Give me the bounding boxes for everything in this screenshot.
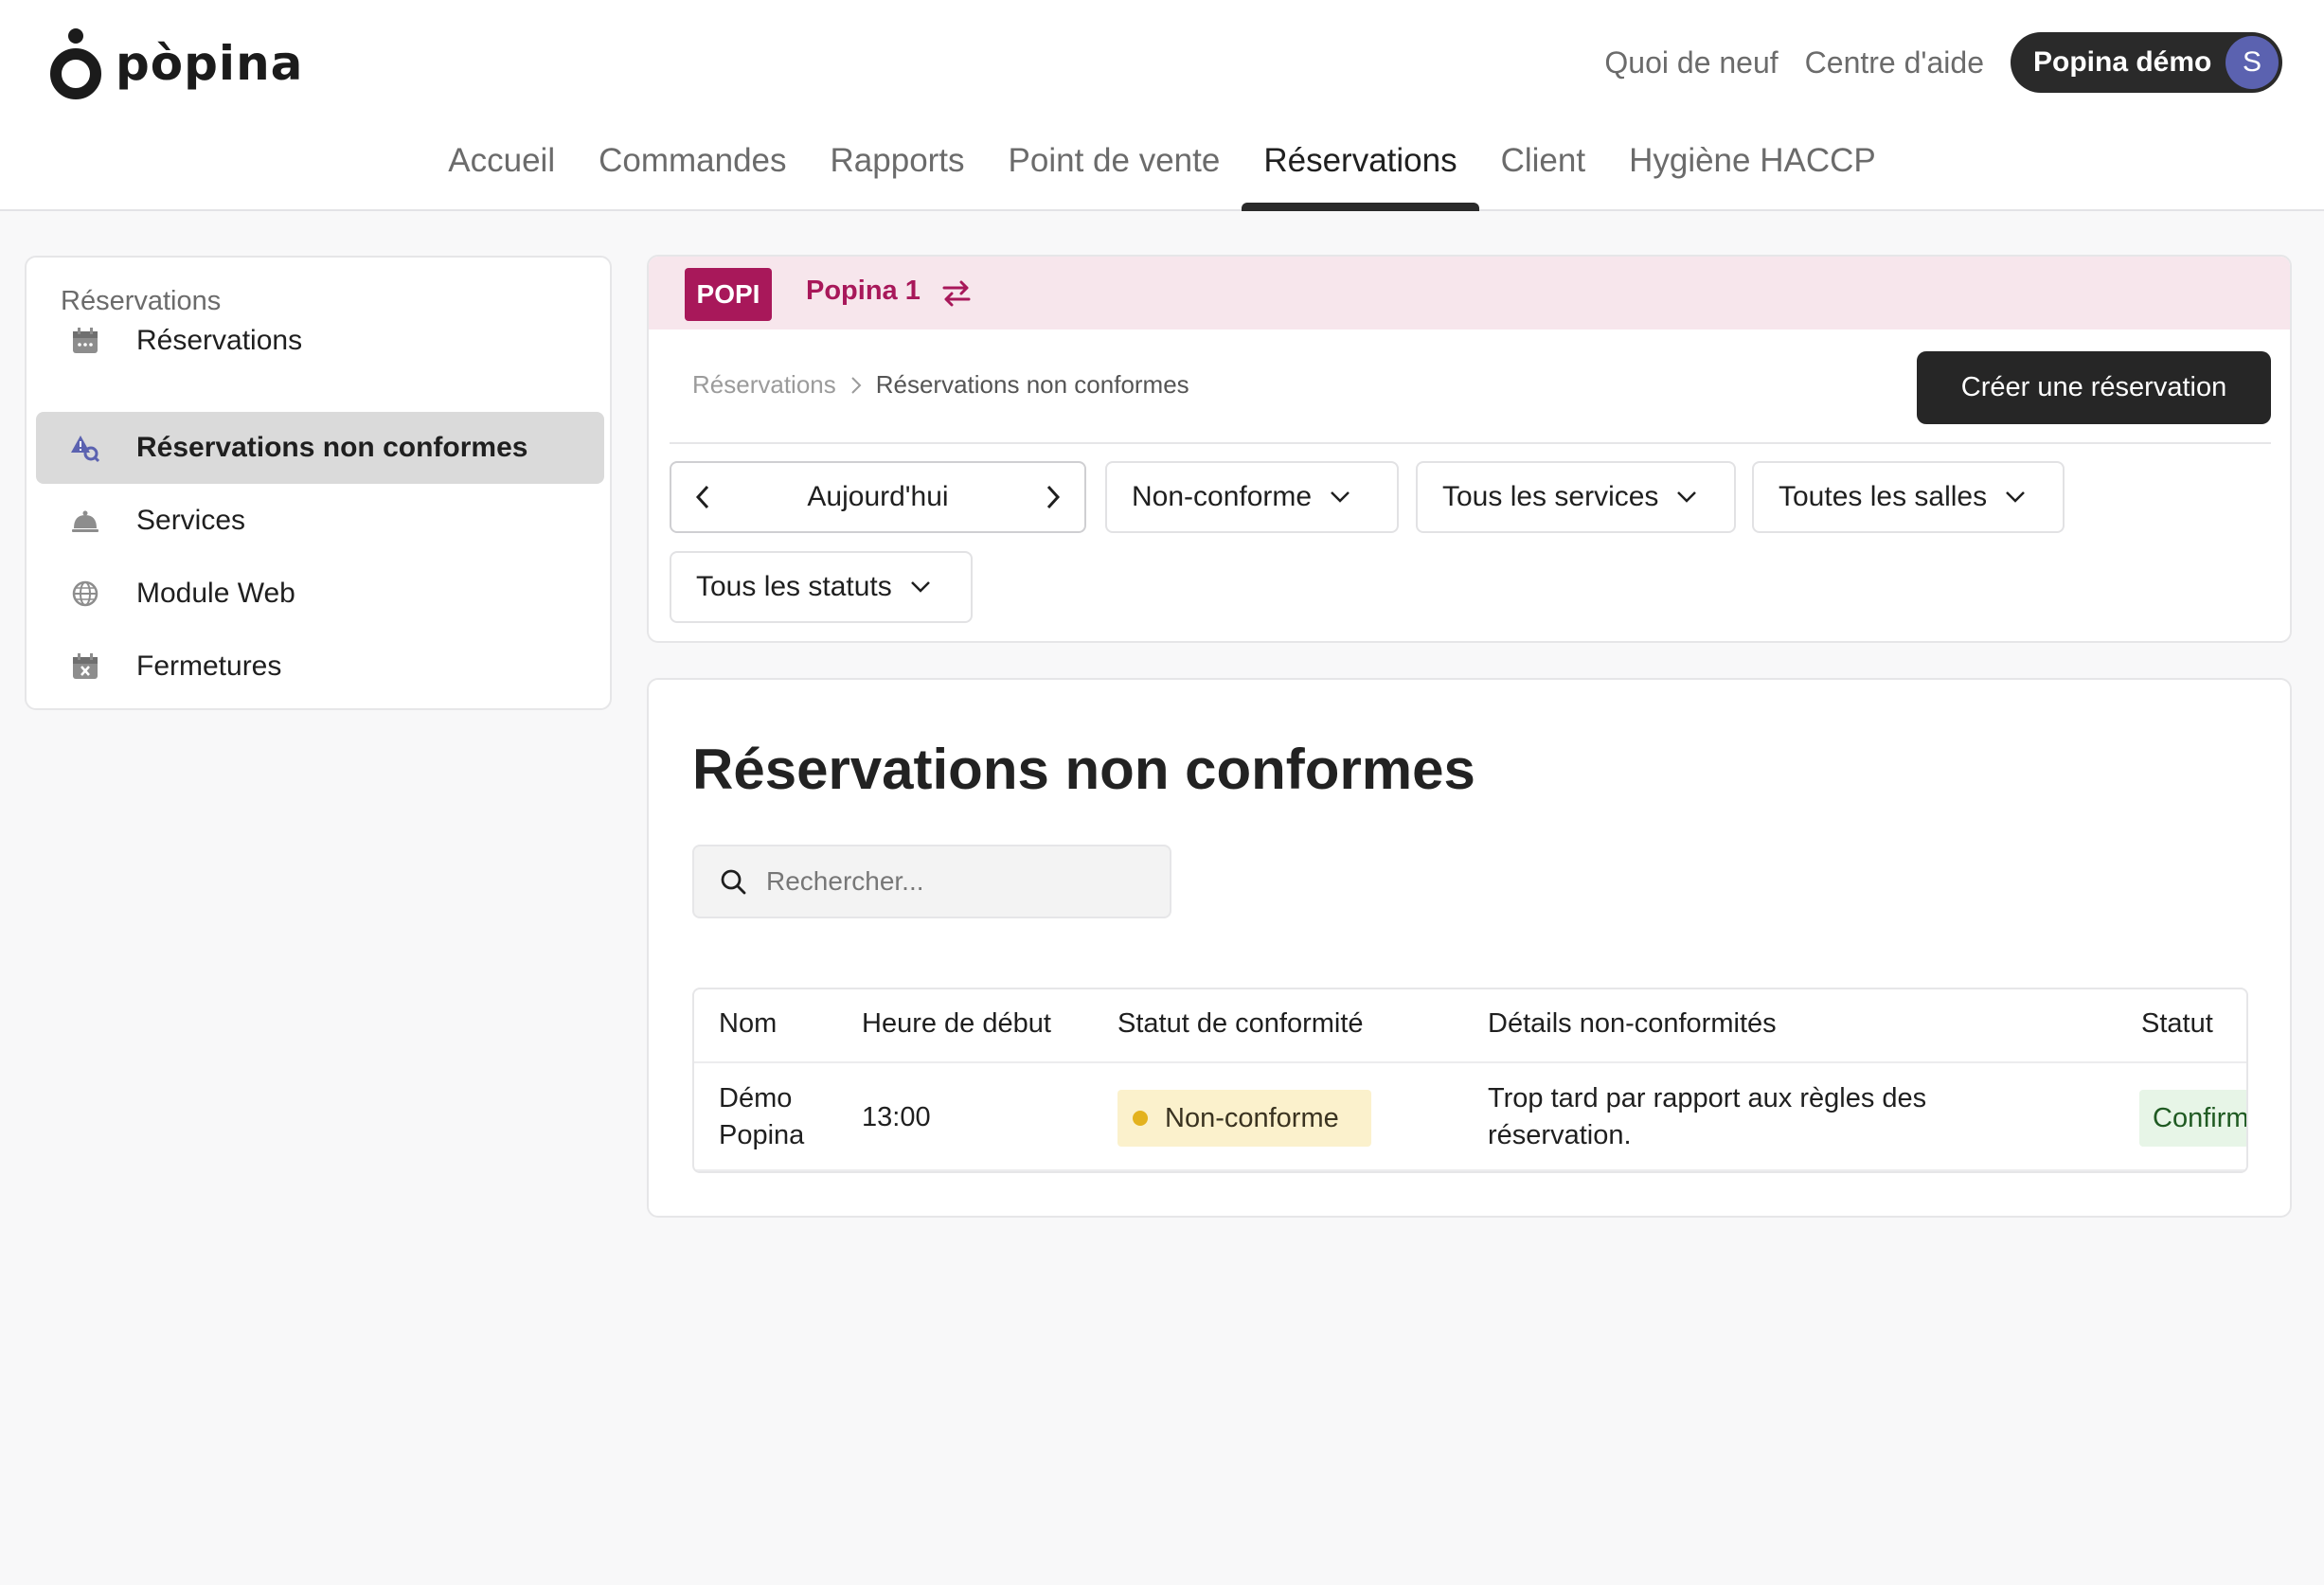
create-reservation-button[interactable]: Créer une réservation xyxy=(1917,351,2271,424)
top-links: Quoi de neuf Centre d'aide Popina démo S xyxy=(1604,32,2324,93)
date-navigator: Aujourd'hui xyxy=(670,461,1086,533)
conformity-filter-label: Non-conforme xyxy=(1132,481,1313,512)
main-nav: Accueil Commandes Rapports Point de vent… xyxy=(0,133,2324,211)
sidebar-item-label: Réservations non conformes xyxy=(136,432,528,463)
sidebar-item-module-web[interactable]: Module Web xyxy=(36,558,604,630)
conformity-filter-dropdown[interactable]: Non-conforme xyxy=(1105,461,1399,533)
swap-venue-icon[interactable] xyxy=(940,279,973,308)
nav-accueil[interactable]: Accueil xyxy=(426,133,577,211)
sidebar-item-reservations[interactable]: Réservations xyxy=(36,305,604,377)
venue-bar: POPI Popina 1 xyxy=(649,257,2290,329)
sidebar-item-services[interactable]: Services xyxy=(36,485,604,557)
cell-start-time: 13:00 xyxy=(862,1102,931,1132)
top-bar: pòpina Quoi de neuf Centre d'aide Popina… xyxy=(0,0,2324,211)
nav-rapports[interactable]: Rapports xyxy=(809,133,987,211)
help-center-link[interactable]: Centre d'aide xyxy=(1805,45,1984,80)
service-bell-icon xyxy=(70,506,100,536)
sidebar: Réservations Réservations Réservations n… xyxy=(25,256,612,710)
reservations-table: Nom Heure de début Statut de conformité … xyxy=(692,988,2248,1173)
column-header-status[interactable]: Statut xyxy=(2141,1008,2213,1040)
search-box xyxy=(692,845,1171,918)
avatar: S xyxy=(2226,36,2279,89)
popina-logo[interactable]: pòpina xyxy=(47,27,303,100)
nav-client[interactable]: Client xyxy=(1479,133,1607,211)
statuses-filter-label: Tous les statuts xyxy=(696,571,892,602)
chevron-down-icon xyxy=(1677,491,1697,503)
rooms-filter-dropdown[interactable]: Toutes les salles xyxy=(1752,461,2065,533)
chevron-down-icon xyxy=(2006,491,2025,503)
nonconform-icon xyxy=(70,433,100,463)
date-label[interactable]: Aujourd'hui xyxy=(807,481,948,513)
rooms-filter-label: Toutes les salles xyxy=(1779,481,1988,512)
chevron-right-icon[interactable] xyxy=(1041,483,1064,511)
venue-badge: POPI xyxy=(685,268,772,321)
cell-name-line: Démo xyxy=(719,1083,793,1113)
column-header-name[interactable]: Nom xyxy=(719,1008,777,1040)
column-header-start-time[interactable]: Heure de début xyxy=(862,1008,1051,1040)
status-badge: Confirm xyxy=(2139,1090,2246,1147)
popina-logo-icon xyxy=(50,28,101,99)
nav-point-de-vente[interactable]: Point de vente xyxy=(987,133,1242,211)
logo-text: pòpina xyxy=(116,36,304,91)
nav-commandes[interactable]: Commandes xyxy=(577,133,808,211)
column-header-details[interactable]: Détails non-conformités xyxy=(1488,1008,1777,1040)
cell-name-line: Popina xyxy=(719,1120,805,1150)
sidebar-item-label: Réservations xyxy=(136,325,303,356)
nonconform-badge-label: Non-conforme xyxy=(1165,1102,1339,1133)
calendar-icon xyxy=(70,326,100,356)
sidebar-item-nonconform-reservations[interactable]: Réservations non conformes xyxy=(36,412,604,484)
services-filter-dropdown[interactable]: Tous les services xyxy=(1416,461,1736,533)
search-input[interactable] xyxy=(766,866,1164,897)
user-menu-button[interactable]: Popina démo S xyxy=(2011,32,2282,93)
breadcrumb-root[interactable]: Réservations xyxy=(692,370,836,400)
column-header-conformity[interactable]: Statut de conformité xyxy=(1117,1008,1364,1040)
sidebar-item-fermetures[interactable]: Fermetures xyxy=(36,631,604,703)
cell-name: Démo Popina xyxy=(719,1080,804,1154)
whats-new-link[interactable]: Quoi de neuf xyxy=(1604,45,1778,80)
sidebar-item-label: Fermetures xyxy=(136,650,282,682)
divider xyxy=(670,442,2271,444)
nav-hygiene-haccp[interactable]: Hygiène HACCP xyxy=(1607,133,1898,211)
user-name: Popina démo xyxy=(2033,46,2212,78)
nonconform-badge: Non-conforme xyxy=(1117,1090,1371,1147)
filter-panel: POPI Popina 1 Réservations Réservations … xyxy=(647,255,2292,643)
breadcrumb-current: Réservations non conformes xyxy=(875,370,1189,399)
sidebar-item-label: Module Web xyxy=(136,578,295,609)
statuses-filter-dropdown[interactable]: Tous les statuts xyxy=(670,551,973,623)
globe-icon xyxy=(70,579,100,609)
status-dot xyxy=(1133,1111,1148,1126)
venue-name[interactable]: Popina 1 xyxy=(806,276,921,307)
chevron-down-icon xyxy=(910,581,930,593)
chevron-down-icon xyxy=(1331,491,1350,503)
divider xyxy=(694,1169,2246,1171)
search-icon xyxy=(721,869,746,895)
sidebar-item-label: Services xyxy=(136,505,246,536)
divider xyxy=(694,1061,2246,1063)
breadcrumb: Réservations Réservations non conformes xyxy=(692,370,1189,400)
cell-details-line: Trop tard par rapport aux règles des xyxy=(1488,1083,1927,1113)
services-filter-label: Tous les services xyxy=(1442,481,1659,512)
chevron-right-icon xyxy=(851,376,862,394)
nav-reservations[interactable]: Réservations xyxy=(1242,133,1479,211)
calendar-x-icon xyxy=(70,651,100,682)
content-card: Réservations non conformes Nom Heure de … xyxy=(647,678,2292,1218)
cell-details-line: réservation. xyxy=(1488,1120,1632,1150)
chevron-left-icon[interactable] xyxy=(692,483,715,511)
page-title: Réservations non conformes xyxy=(692,738,1475,801)
cell-details: Trop tard par rapport aux règles des rés… xyxy=(1488,1080,1926,1154)
